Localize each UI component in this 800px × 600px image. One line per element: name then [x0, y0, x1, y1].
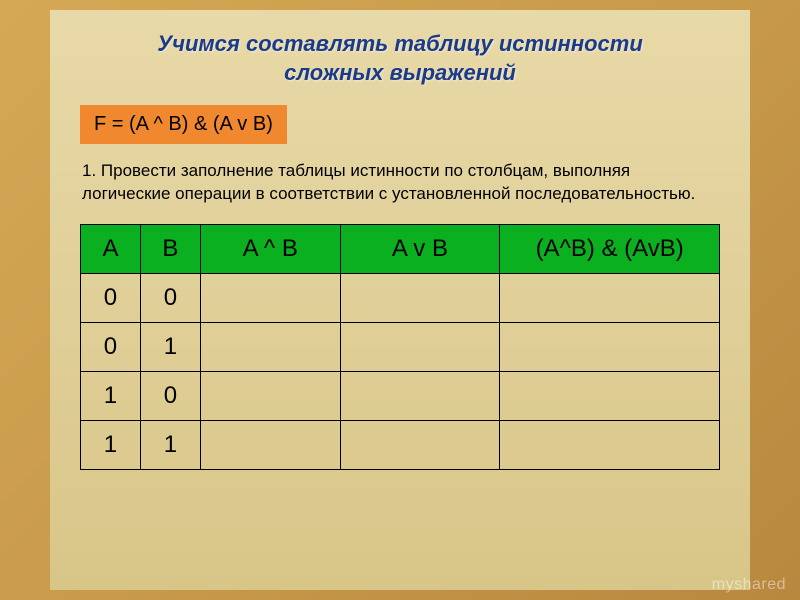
table-row: 1 0	[81, 372, 720, 421]
cell-result	[500, 421, 720, 470]
cell-xor	[200, 421, 340, 470]
cell-a: 1	[81, 372, 141, 421]
cell-xor	[200, 323, 340, 372]
formula-text: F = (A ^ B) & (A v B)	[94, 113, 273, 135]
title-line-2: сложных выражений	[284, 60, 516, 85]
cell-a: 1	[81, 421, 141, 470]
formula-box: F = (A ^ B) & (A v B)	[80, 105, 287, 144]
header-b: B	[140, 225, 200, 274]
table-header-row: A B A ^ B A v B (A^B) & (AvB)	[81, 225, 720, 274]
slide-title: Учимся составлять таблицу истинности сло…	[80, 30, 720, 87]
cell-result	[500, 274, 720, 323]
cell-b: 0	[140, 274, 200, 323]
cell-or	[340, 274, 500, 323]
cell-a: 0	[81, 323, 141, 372]
title-line-1: Учимся составлять таблицу истинности	[157, 31, 643, 56]
header-result: (A^B) & (AvB)	[500, 225, 720, 274]
table-row: 0 1	[81, 323, 720, 372]
truth-table: A B A ^ B A v B (A^B) & (AvB) 0 0 0 1	[80, 224, 720, 470]
instruction-number: 1.	[82, 161, 96, 180]
cell-xor	[200, 372, 340, 421]
header-a-xor-b: A ^ B	[200, 225, 340, 274]
instruction-block: 1. Провести заполнение таблицы истинност…	[80, 160, 720, 206]
cell-or	[340, 323, 500, 372]
cell-b: 0	[140, 372, 200, 421]
cell-or	[340, 372, 500, 421]
header-a-or-b: A v B	[340, 225, 500, 274]
cell-or	[340, 421, 500, 470]
instruction-text: Провести заполнение таблицы истинности п…	[82, 161, 695, 203]
watermark: myshared	[712, 576, 786, 594]
cell-result	[500, 323, 720, 372]
cell-b: 1	[140, 421, 200, 470]
cell-b: 1	[140, 323, 200, 372]
cell-a: 0	[81, 274, 141, 323]
cell-result	[500, 372, 720, 421]
cell-xor	[200, 274, 340, 323]
table-row: 1 1	[81, 421, 720, 470]
slide-container: Учимся составлять таблицу истинности сло…	[50, 10, 750, 590]
table-row: 0 0	[81, 274, 720, 323]
header-a: A	[81, 225, 141, 274]
